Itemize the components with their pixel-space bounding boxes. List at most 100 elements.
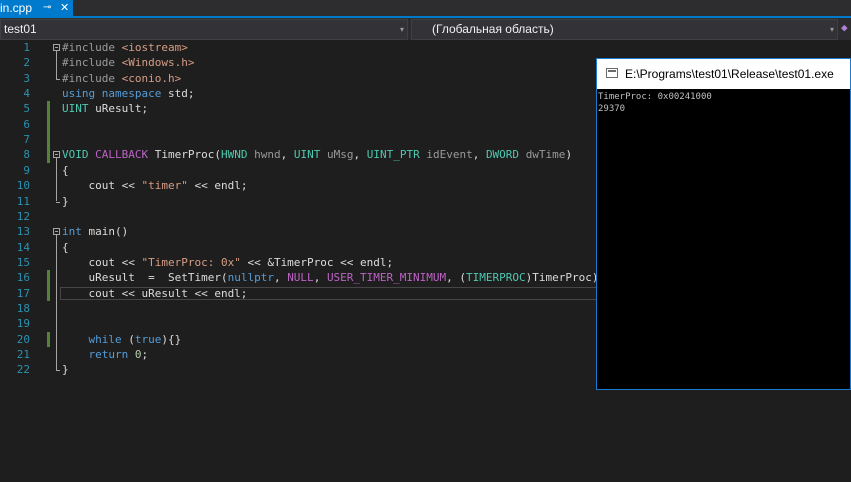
code-text: using namespace std;: [62, 86, 194, 101]
code-token: UINT: [62, 102, 96, 116]
line-number: 22: [16, 363, 30, 377]
code-token: cout <<: [62, 179, 142, 193]
line-number: 7: [23, 133, 30, 147]
code-text: cout << "TimerProc: 0x" << &TimerProc <<…: [62, 255, 393, 270]
code-token: return: [88, 348, 135, 361]
line-number: 13: [16, 225, 30, 239]
code-text: }: [62, 362, 69, 377]
code-token: UINT: [293, 148, 327, 162]
change-marker: [47, 331, 50, 347]
code-token: TimerProc(: [154, 148, 221, 162]
chevron-down-icon: ▾: [399, 25, 404, 34]
close-icon[interactable]: ✕: [60, 0, 69, 16]
line-number: 10: [16, 179, 30, 193]
change-marker: [47, 285, 50, 301]
tab-main-cpp[interactable]: in.cpp ⊸ ✕: [0, 0, 73, 16]
code-text: {: [62, 163, 69, 178]
code-token: << &TimerProc << endl;: [240, 255, 394, 269]
code-token: dwTime: [525, 148, 566, 162]
fold-guide: [56, 158, 57, 202]
code-token: idEvent: [426, 148, 473, 162]
code-token: <conio.h>: [121, 71, 182, 85]
line-number: 11: [16, 194, 30, 208]
code-token: ,: [472, 148, 486, 162]
line-number: 1: [23, 41, 30, 54]
line-number: 5: [23, 102, 30, 116]
code-token: )TimerProc);: [525, 271, 606, 285]
collapse-icon[interactable]: [53, 151, 60, 159]
change-marker: [47, 270, 50, 286]
code-token: CALLBACK: [95, 148, 155, 162]
code-token: #include: [62, 41, 122, 54]
change-marker: [47, 116, 50, 133]
code-token: DWORD: [485, 148, 526, 162]
code-token: int: [62, 225, 89, 239]
fold-guide: [56, 51, 57, 79]
code-token: {: [62, 240, 69, 254]
scope-dropdown[interactable]: (Глобальная область) ▾: [411, 19, 838, 40]
console-output-line: TimerProc: 0x00241000: [598, 92, 712, 102]
code-token: cout << uResult << endl;: [62, 286, 248, 300]
code-token: uResult = SetTimer(: [62, 271, 228, 285]
line-number: 9: [23, 163, 30, 177]
code-token: <iostream>: [121, 41, 188, 54]
code-token: , (: [446, 271, 467, 285]
line-number: 3: [23, 71, 30, 85]
code-token: ){}: [161, 332, 182, 346]
collapse-icon[interactable]: [53, 44, 60, 51]
code-text: VOID CALLBACK TimerProc(HWND hwnd, UINT …: [62, 147, 572, 162]
navigation-bar: test01 ▾ (Глобальная область) ▾ ◆: [0, 18, 851, 40]
code-text: #include <conio.h>: [62, 71, 181, 86]
line-number: 8: [23, 148, 30, 162]
pin-icon[interactable]: ⊸: [43, 0, 51, 16]
code-line[interactable]: 1 #include <iostream>: [0, 40, 851, 55]
code-token: ,: [280, 148, 294, 162]
line-number: 20: [16, 332, 30, 346]
code-text: uResult = SetTimer(nullptr, NULL, USER_T…: [62, 270, 605, 285]
line-number: 19: [16, 317, 30, 331]
code-text: }: [62, 194, 69, 209]
collapse-icon[interactable]: [53, 228, 60, 236]
code-text: cout << uResult << endl;: [62, 286, 247, 301]
console-title: E:\Programs\test01\Release\test01.exe: [625, 67, 834, 81]
console-output-line: 29370: [598, 104, 626, 114]
line-number: 14: [16, 240, 30, 254]
code-token: while: [88, 332, 129, 346]
code-token: << endl;: [187, 179, 248, 193]
code-text: #include <iostream>: [62, 40, 188, 55]
code-token: }: [62, 194, 69, 208]
fold-guide-end: [56, 370, 60, 372]
line-number: 6: [23, 117, 30, 131]
change-marker: [47, 147, 50, 163]
code-text: #include <Windows.h>: [62, 55, 194, 70]
method-icon[interactable]: ◆: [841, 21, 851, 35]
line-number: 17: [16, 286, 30, 300]
code-token: "TimerProc: 0x": [141, 255, 241, 269]
line-number: 2: [23, 56, 30, 70]
code-token: main(): [88, 225, 129, 239]
code-token: }: [62, 363, 69, 377]
code-token: uResult;: [95, 102, 149, 116]
code-token: ,: [273, 271, 288, 285]
code-text: int main(): [62, 224, 128, 239]
code-text: while (true){}: [62, 332, 182, 347]
code-text: {: [62, 240, 69, 255]
line-number: 12: [16, 209, 30, 223]
code-token: nullptr: [227, 271, 274, 285]
code-token: std;: [167, 87, 195, 101]
code-token: HWND: [220, 148, 255, 162]
line-number: 16: [16, 271, 30, 285]
code-token: ,: [313, 271, 327, 285]
code-token: using: [62, 87, 102, 101]
change-marker: [47, 101, 50, 117]
console-window-icon: [606, 68, 618, 78]
console-window[interactable]: E:\Programs\test01\Release\test01.exe Ti…: [596, 58, 851, 390]
code-token: #include: [62, 71, 122, 85]
code-text: return 0;: [62, 347, 149, 362]
code-token: #include: [62, 56, 122, 70]
code-token: ;: [141, 348, 149, 361]
console-titlebar[interactable]: E:\Programs\test01\Release\test01.exe: [597, 59, 850, 89]
project-dropdown[interactable]: test01 ▾: [0, 19, 408, 40]
code-token: true: [134, 332, 162, 346]
